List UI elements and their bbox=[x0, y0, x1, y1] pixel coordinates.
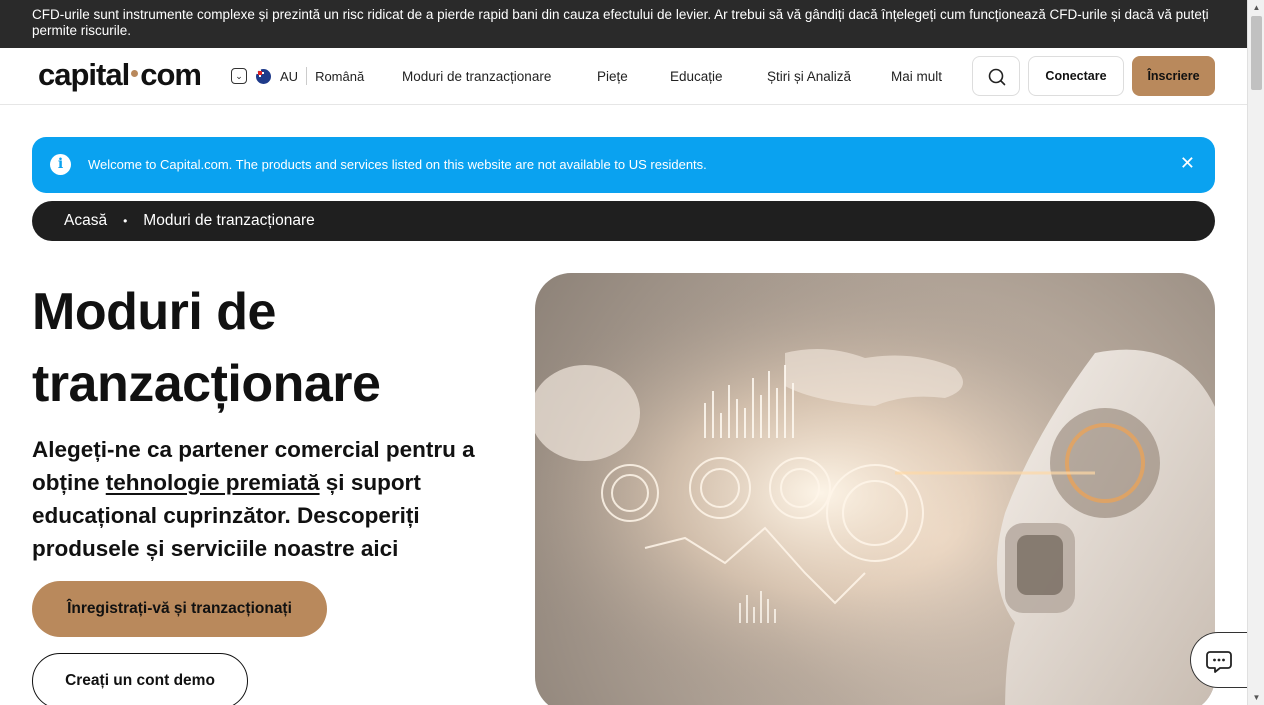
scroll-thumb[interactable] bbox=[1251, 16, 1262, 90]
region-code[interactable]: AU bbox=[280, 69, 298, 84]
create-demo-account-button[interactable]: Creați un cont demo bbox=[32, 653, 248, 705]
page-scrollbar[interactable]: ▲ ▼ bbox=[1247, 0, 1264, 705]
logo-text-right: com bbox=[140, 57, 202, 92]
notice-message: Welcome to Capital.com. The products and… bbox=[88, 157, 707, 172]
breadcrumb-current: Moduri de tranzacționare bbox=[143, 212, 315, 229]
nav-news-analysis[interactable]: Știri și Analiză bbox=[767, 69, 851, 84]
breadcrumb-home[interactable]: Acasă bbox=[64, 212, 107, 230]
language-label[interactable]: Română bbox=[315, 69, 364, 84]
nav-education[interactable]: Educație bbox=[670, 69, 723, 84]
search-icon bbox=[988, 68, 1006, 86]
nav-more[interactable]: Mai mult bbox=[891, 69, 942, 84]
close-icon[interactable]: ✕ bbox=[1180, 153, 1195, 174]
hero-subtitle: Alegeți-ne ca partener comercial pentru … bbox=[32, 433, 522, 565]
risk-warning-text: CFD-urile sunt instrumente complexe și p… bbox=[32, 7, 1209, 38]
award-winning-technology-link[interactable]: tehnologie premiată bbox=[106, 470, 320, 495]
us-residents-notice: i Welcome to Capital.com. The products a… bbox=[32, 137, 1215, 193]
login-button[interactable]: Conectare bbox=[1028, 56, 1124, 96]
register-and-trade-button[interactable]: Înregistrați-vă și tranzacționați bbox=[32, 581, 327, 637]
page-title: Moduri de tranzacționare bbox=[32, 276, 381, 420]
scroll-down-arrow-icon[interactable]: ▼ bbox=[1248, 690, 1264, 705]
australia-flag-icon bbox=[256, 68, 271, 84]
logo-text-left: capital bbox=[38, 57, 130, 92]
breadcrumb-separator: • bbox=[123, 214, 128, 228]
info-icon: i bbox=[50, 154, 71, 175]
trading-robot-illustration bbox=[535, 273, 1215, 705]
signup-button[interactable]: Înscriere bbox=[1132, 56, 1215, 96]
site-header: capital com ⌄ AU Română Moduri de tranzac… bbox=[0, 48, 1247, 105]
chat-button[interactable] bbox=[1190, 632, 1250, 688]
risk-warning-banner: CFD-urile sunt instrumente complexe și p… bbox=[0, 0, 1247, 48]
nav-markets[interactable]: Piețe bbox=[597, 69, 628, 84]
region-language-selector[interactable]: ⌄ AU Română bbox=[231, 67, 364, 85]
chevron-down-icon[interactable]: ⌄ bbox=[231, 68, 247, 84]
nav-trading-modes[interactable]: Moduri de tranzacționare bbox=[402, 69, 551, 84]
region-divider bbox=[306, 67, 308, 85]
scroll-up-arrow-icon[interactable]: ▲ bbox=[1248, 0, 1264, 15]
breadcrumb: Acasă • Moduri de tranzacționare bbox=[32, 201, 1215, 241]
capital-com-logo[interactable]: capital com bbox=[38, 57, 202, 93]
search-button[interactable] bbox=[972, 56, 1020, 96]
hero-image bbox=[535, 273, 1215, 705]
page-title-line1: Moduri de bbox=[32, 283, 276, 341]
logo-dot bbox=[131, 69, 139, 77]
chat-icon bbox=[1206, 651, 1232, 673]
page-title-line2: tranzacționare bbox=[32, 355, 381, 413]
